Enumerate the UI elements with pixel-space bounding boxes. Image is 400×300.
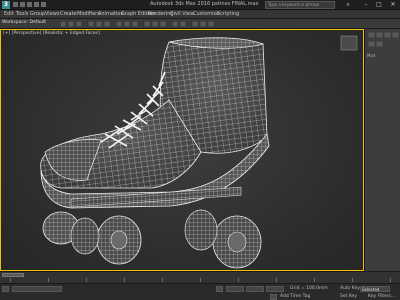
- view-cube[interactable]: [340, 35, 358, 51]
- menu-modifiers[interactable]: Modifiers: [77, 11, 100, 17]
- command-panel: Mod: [364, 29, 400, 271]
- motion-tab-icon[interactable]: [392, 32, 399, 38]
- percent-snap-icon[interactable]: [160, 21, 166, 27]
- render-setup-icon[interactable]: [200, 21, 206, 27]
- menu-group[interactable]: Group: [30, 11, 45, 17]
- prompt-line[interactable]: [12, 286, 62, 292]
- unlink-icon[interactable]: [68, 21, 74, 27]
- snap-toggle-icon[interactable]: [144, 21, 150, 27]
- move-icon[interactable]: [116, 21, 122, 27]
- scale-icon[interactable]: [132, 21, 138, 27]
- main-toolbar: Workspace: Default: [0, 19, 400, 29]
- menu-edit[interactable]: Edit: [4, 11, 14, 17]
- selection-set-dropdown[interactable]: Selected: [360, 286, 390, 292]
- z-coordinate-field[interactable]: [266, 286, 284, 292]
- material-editor-icon[interactable]: [192, 21, 198, 27]
- new-file-icon[interactable]: [13, 2, 18, 7]
- grid-size-label: Grid = 100,0mm: [290, 286, 328, 291]
- search-input[interactable]: Type a keyword or phrase: [265, 1, 335, 9]
- menu-civil-view[interactable]: Civil View: [170, 11, 194, 17]
- select-by-name-icon[interactable]: [96, 21, 102, 27]
- maximize-button[interactable]: □: [375, 1, 383, 9]
- auto-key-button[interactable]: Auto Key: [340, 286, 360, 291]
- rotate-icon[interactable]: [124, 21, 130, 27]
- utilities-tab-icon[interactable]: [376, 41, 383, 47]
- angle-snap-icon[interactable]: [152, 21, 158, 27]
- menu-create[interactable]: Create: [60, 11, 77, 17]
- display-tab-icon[interactable]: [368, 41, 375, 47]
- create-tab-icon[interactable]: [368, 32, 375, 38]
- window-title: Autodesk 3ds Max 2016 patines FINAL.max: [150, 1, 259, 7]
- select-object-icon[interactable]: [88, 21, 94, 27]
- align-icon[interactable]: [180, 21, 186, 27]
- open-file-icon[interactable]: [20, 2, 25, 7]
- perspective-viewport[interactable]: [+] [Perspective] [Realistic + Edged Fac…: [0, 29, 364, 271]
- help-search-icon[interactable]: ⌕: [344, 1, 352, 9]
- select-region-icon[interactable]: [104, 21, 110, 27]
- time-slider[interactable]: [2, 273, 24, 277]
- menu-customize[interactable]: Customize: [193, 11, 219, 17]
- workspace-selector[interactable]: Workspace: Default: [2, 20, 46, 25]
- app-icon[interactable]: 3: [2, 1, 10, 9]
- undo-icon[interactable]: [34, 2, 39, 7]
- render-icon[interactable]: [208, 21, 214, 27]
- wheel-front-left: [96, 215, 142, 265]
- menu-views[interactable]: Views: [45, 11, 59, 17]
- minimize-button[interactable]: –: [362, 1, 370, 9]
- wheel-rear-right: [184, 209, 218, 251]
- viewport-label[interactable]: [+] [Perspective] [Realistic + Edged Fac…: [3, 31, 100, 36]
- modify-tab-icon[interactable]: [376, 32, 383, 38]
- bind-space-warp-icon[interactable]: [76, 21, 82, 27]
- hierarchy-tab-icon[interactable]: [384, 32, 391, 38]
- modifier-list-label[interactable]: Mod: [367, 53, 375, 58]
- menu-tools[interactable]: Tools: [16, 11, 28, 17]
- wheel-front-right: [70, 217, 100, 255]
- roller-skate-wireframe: [40, 35, 358, 269]
- maxscript-listener-icon[interactable]: [2, 286, 9, 292]
- select-link-icon[interactable]: [60, 21, 66, 27]
- add-time-tag-button[interactable]: Add Time Tag: [280, 294, 310, 299]
- menu-bar: Edit Tools Group Views Create Modifiers …: [0, 10, 400, 19]
- mirror-icon[interactable]: [172, 21, 178, 27]
- save-file-icon[interactable]: [27, 2, 32, 7]
- y-coordinate-field[interactable]: [246, 286, 264, 292]
- menu-scripting[interactable]: Scripting: [217, 11, 239, 17]
- set-key-button[interactable]: Set Key: [340, 294, 357, 299]
- timeline[interactable]: [0, 271, 400, 283]
- wheel-rear-left: [212, 215, 262, 269]
- lock-selection-icon[interactable]: [216, 286, 223, 292]
- close-button[interactable]: ✕: [389, 1, 397, 9]
- status-bar: Grid = 100,0mm Add Time Tag Auto Key Sel…: [0, 283, 400, 300]
- time-tag-icon[interactable]: [270, 294, 277, 300]
- x-coordinate-field[interactable]: [226, 286, 244, 292]
- boot-toe-and-vamp: [40, 99, 202, 189]
- menu-animation[interactable]: Animation: [98, 11, 124, 17]
- key-filters-button[interactable]: Key Filters...: [368, 294, 395, 299]
- title-bar: 3 Autodesk 3ds Max 2016 patines FINAL.ma…: [0, 0, 400, 10]
- redo-icon[interactable]: [41, 2, 46, 7]
